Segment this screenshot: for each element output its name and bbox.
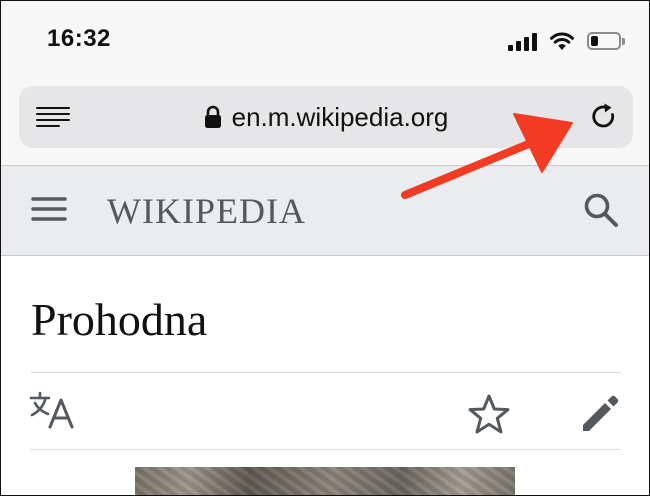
edit-pencil-icon[interactable] bbox=[579, 393, 621, 435]
battery-icon bbox=[587, 32, 625, 50]
actions-divider bbox=[31, 449, 621, 450]
url-text: en.m.wikipedia.org bbox=[231, 101, 449, 132]
page-actions-bar bbox=[1, 373, 649, 449]
search-icon[interactable] bbox=[583, 192, 619, 228]
status-icons bbox=[508, 29, 625, 53]
cellular-signal-icon bbox=[508, 31, 537, 51]
watch-star-icon[interactable] bbox=[467, 393, 511, 435]
language-icon[interactable] bbox=[29, 391, 75, 429]
hamburger-menu-icon[interactable] bbox=[31, 196, 67, 222]
reload-icon[interactable] bbox=[589, 102, 619, 132]
battery-level bbox=[591, 36, 598, 46]
phone-screen: 16:32 en.m.wikipedia.org WIKIPEDIA Proho… bbox=[0, 0, 650, 496]
status-bar: 16:32 bbox=[1, 1, 649, 83]
wikipedia-header: WIKIPEDIA bbox=[1, 166, 649, 256]
url-field[interactable]: en.m.wikipedia.org bbox=[19, 100, 633, 134]
address-bar[interactable]: en.m.wikipedia.org bbox=[19, 86, 633, 148]
page-title: Prohodna bbox=[31, 294, 208, 345]
lock-icon bbox=[204, 105, 221, 128]
wikipedia-wordmark[interactable]: WIKIPEDIA bbox=[107, 190, 306, 232]
status-time: 16:32 bbox=[47, 25, 111, 52]
article-lead-image[interactable] bbox=[135, 467, 515, 495]
browser-toolbar: en.m.wikipedia.org bbox=[1, 83, 649, 166]
wifi-icon bbox=[550, 32, 574, 50]
